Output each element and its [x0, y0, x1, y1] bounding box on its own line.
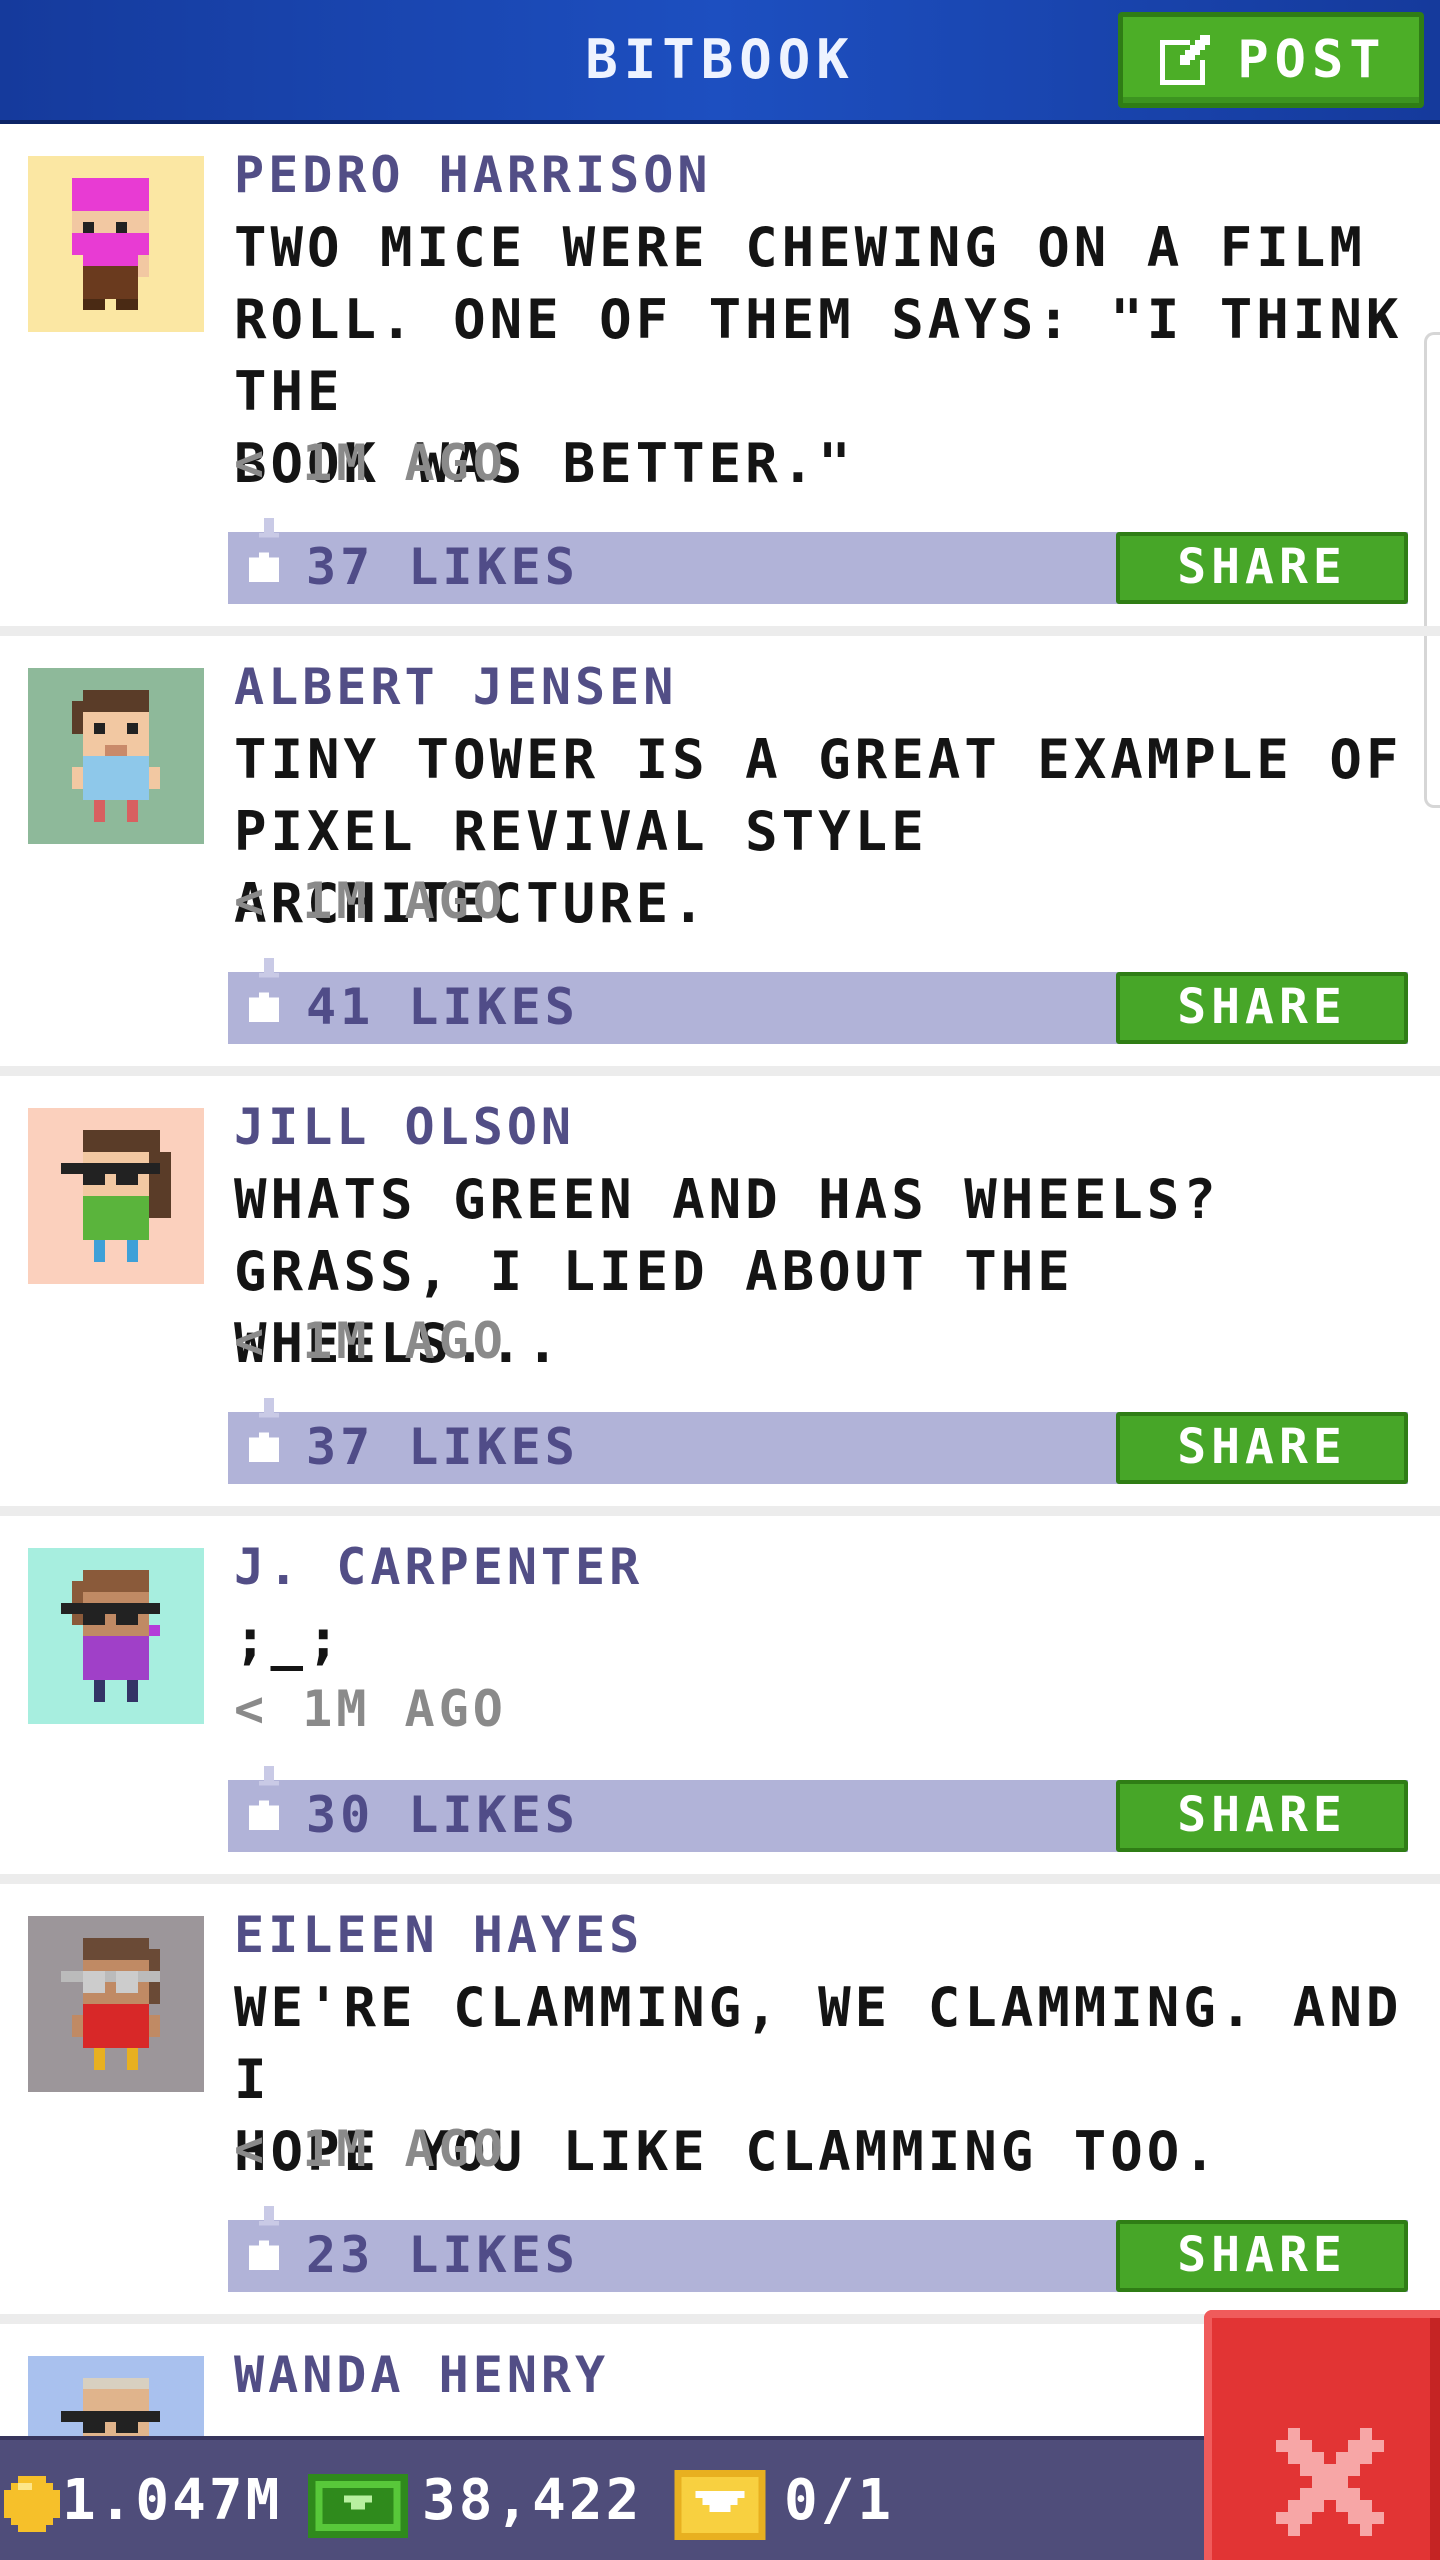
likes-bar: 41 LIKES SHARE — [228, 958, 1408, 1044]
share-button[interactable]: SHARE — [1116, 2220, 1408, 2292]
thumbs-up-icon[interactable] — [244, 1766, 284, 1840]
avatar — [28, 668, 204, 844]
tickets-value: 0/1 — [784, 2468, 895, 2533]
post-author[interactable]: EILEEN HAYES — [234, 1906, 643, 1964]
post-timestamp: < 1M AGO — [234, 434, 507, 492]
post-divider — [0, 626, 1440, 636]
post-text: ;_; — [234, 1608, 344, 1671]
bux-icon — [308, 2474, 408, 2538]
bux-value: 38,422 — [422, 2468, 643, 2533]
likes-bar: 30 LIKES SHARE — [228, 1766, 1408, 1852]
app-header: BITBOOK POST — [0, 0, 1440, 124]
share-button[interactable]: SHARE — [1116, 972, 1408, 1044]
likes-count: 37 LIKES — [306, 538, 579, 596]
close-button[interactable] — [1204, 2310, 1440, 2560]
thumbs-up-icon[interactable] — [244, 1398, 284, 1472]
compose-icon — [1160, 35, 1211, 85]
post-button-label: POST — [1237, 30, 1387, 90]
post-button[interactable]: POST — [1118, 12, 1424, 108]
avatar — [28, 156, 204, 332]
post-timestamp: < 1M AGO — [234, 1680, 507, 1738]
likes-count: 41 LIKES — [306, 978, 579, 1036]
post-author[interactable]: J. CARPENTER — [234, 1538, 643, 1596]
thumbs-up-icon[interactable] — [244, 2206, 284, 2280]
post-timestamp: < 1M AGO — [234, 872, 507, 930]
post-author[interactable]: ALBERT JENSEN — [234, 658, 677, 716]
post-author[interactable]: PEDRO HARRISON — [234, 146, 711, 204]
post-author[interactable]: WANDA HENRY — [234, 2346, 609, 2404]
close-icon — [1276, 2428, 1384, 2536]
post-divider — [0, 1874, 1440, 1884]
post-divider — [0, 1506, 1440, 1516]
coins-value: 1.047M — [62, 2468, 283, 2533]
post-timestamp: < 1M AGO — [234, 1312, 507, 1370]
share-button[interactable]: SHARE — [1116, 532, 1408, 604]
share-button[interactable]: SHARE — [1116, 1780, 1408, 1852]
likes-count: 23 LIKES — [306, 2226, 579, 2284]
avatar — [28, 1916, 204, 2092]
share-button[interactable]: SHARE — [1116, 1412, 1408, 1484]
avatar — [28, 1108, 204, 1284]
coin-icon — [4, 2476, 60, 2532]
likes-bar: 37 LIKES SHARE — [228, 1398, 1408, 1484]
thumbs-up-icon[interactable] — [244, 958, 284, 1032]
post-divider — [0, 1066, 1440, 1076]
post-author[interactable]: JILL OLSON — [234, 1098, 575, 1156]
likes-bar: 23 LIKES SHARE — [228, 2206, 1408, 2292]
avatar — [28, 1548, 204, 1724]
likes-count: 30 LIKES — [306, 1786, 579, 1844]
thumbs-up-icon[interactable] — [244, 518, 284, 592]
ticket-icon — [674, 2470, 766, 2540]
post-timestamp: < 1M AGO — [234, 2120, 507, 2178]
likes-count: 37 LIKES — [306, 1418, 579, 1476]
likes-bar: 37 LIKES SHARE — [228, 518, 1408, 604]
